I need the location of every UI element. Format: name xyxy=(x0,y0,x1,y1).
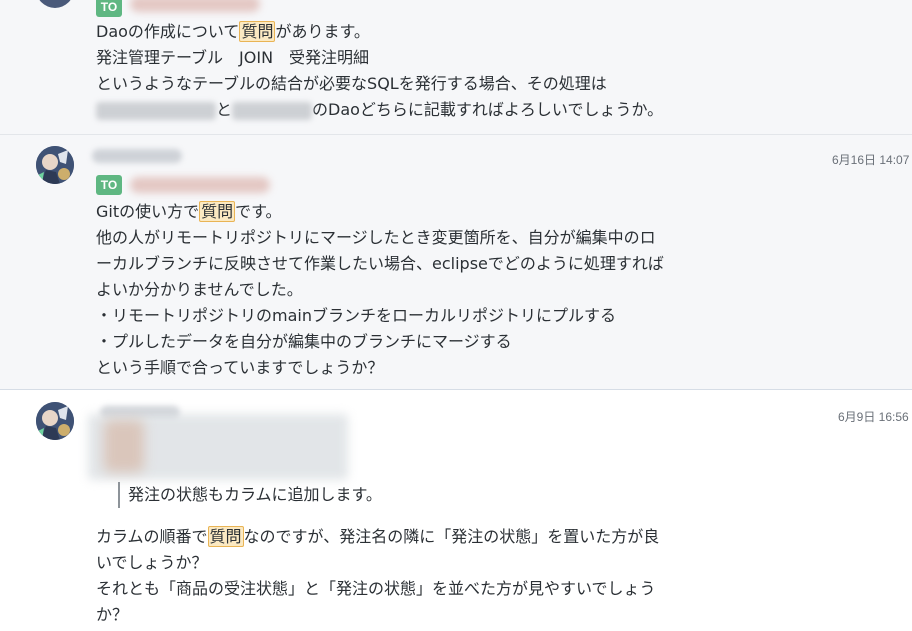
message-line: よいか分かりませんでした。 xyxy=(96,280,303,299)
message-text: です。 xyxy=(235,202,282,221)
message-line: それとも「商品の受注状態」と「発注の状態」を並べた方が見やすいでしょう xyxy=(96,579,656,598)
timestamp[interactable]: 6月16日 14:07 xyxy=(832,151,909,168)
avatar[interactable] xyxy=(36,0,74,8)
sender-name[interactable] xyxy=(92,149,182,163)
avatar[interactable] xyxy=(36,146,74,184)
message-item[interactable]: 6月16日 14:07 TO Gitの使い方で 質問 です。 他の人がリモートリポジ… xyxy=(0,135,912,390)
message-line: ーカルブランチに反映させて作業したい場合、eclipseでどのように処理すれば xyxy=(96,254,664,273)
message-line: か？ xyxy=(96,605,129,624)
message-line: 他の人がリモートリポジトリにマージしたとき変更箇所を、自分が編集中のロ xyxy=(96,228,656,247)
recipient-name[interactable] xyxy=(130,177,270,193)
message-text: カラムの順番で xyxy=(96,527,208,546)
redacted-text xyxy=(232,101,313,120)
message-text: のDaoどちらに記載すればよろしいでしょうか。 xyxy=(312,100,664,119)
quoted-message-avatar xyxy=(104,420,144,472)
message-body: Gitの使い方で 質問 です。 他の人がリモートリポジトリにマージしたとき変更箇所を… xyxy=(96,199,664,381)
message-line: というようなテーブルの結合が必要なSQLを発行する場合、その処理は xyxy=(96,74,607,93)
message-line: という手順で合っていますでしょうか？ xyxy=(96,358,384,377)
message-text: があります。 xyxy=(275,22,370,41)
to-badge: TO xyxy=(96,0,122,17)
message-text: Gitの使い方で xyxy=(96,202,200,221)
recipient-name[interactable] xyxy=(130,0,260,12)
message-text: Daoの作成について xyxy=(96,22,240,41)
message-line: ・プルしたデータを自分が編集中のブランチにマージする xyxy=(96,332,512,351)
message-body: Daoの作成について 質問 があります。 発注管理テーブル JOIN 受発注明細 と… xyxy=(96,19,663,123)
search-highlight: 質問 xyxy=(199,201,236,222)
message-body: カラムの順番で 質問 なのですが、発注名の隣に「発注の状態」を置いた方が良 いでしょ… xyxy=(96,524,659,628)
redacted-text xyxy=(96,101,216,120)
search-highlight: 質問 xyxy=(239,21,276,42)
message-item[interactable]: 6月9日 16:56 発注の状態もカラムに追加します。 カラムの順番で 質問 なので… xyxy=(0,390,912,631)
message-line: ・リモートリポジトリのmainブランチをローカルリポジトリにプルする xyxy=(96,306,616,325)
message-text: と xyxy=(216,100,233,119)
message-line: いでしょうか？ xyxy=(96,553,208,572)
to-badge: TO xyxy=(96,175,122,195)
message-line: 発注管理テーブル JOIN 受発注明細 xyxy=(96,48,370,67)
timestamp[interactable]: 6月9日 16:56 xyxy=(838,408,909,425)
search-highlight: 質問 xyxy=(207,526,244,547)
quoted-text: 発注の状態もカラムに追加します。 xyxy=(118,482,382,508)
message-text: なのですが、発注名の隣に「発注の状態」を置いた方が良 xyxy=(243,527,660,546)
avatar-image xyxy=(36,402,74,440)
avatar-image xyxy=(36,146,74,184)
avatar[interactable] xyxy=(36,402,74,440)
message-item[interactable]: TO Daoの作成について 質問 があります。 発注管理テーブル JOIN 受発注明… xyxy=(0,0,912,135)
